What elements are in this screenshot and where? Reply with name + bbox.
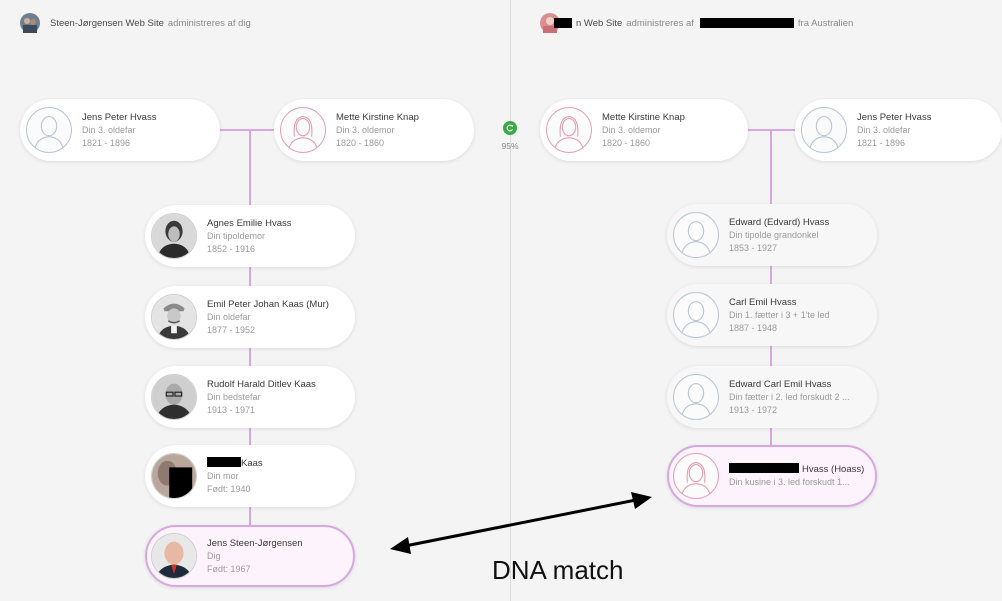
person-card-self[interactable]: Jens Steen-Jørgensen Dig Født: 1967 <box>145 525 355 587</box>
person-card[interactable]: Carl Emil Hvass Din 1. fætter i 3 + 1'te… <box>667 284 877 346</box>
person-relation: Din mor <box>207 470 239 481</box>
person-relation: Din tipoldemor <box>207 230 266 241</box>
connector <box>249 428 251 445</box>
person-years: 1853 - 1927 <box>729 242 778 253</box>
portrait-photo-icon <box>151 213 197 259</box>
left-site-header: Steen-Jørgensen Web Site administreres a… <box>20 12 251 34</box>
person-years: 1821 - 1896 <box>857 137 906 148</box>
redacted-owner <box>699 18 794 28</box>
person-card[interactable]: Mette Kirstine Knap Din 3. oldemor 1820 … <box>540 99 748 161</box>
male-silhouette-icon <box>673 292 719 338</box>
person-relation: Din kusine i 3. led forskudt 1... <box>729 477 850 487</box>
connector <box>249 507 251 525</box>
person-years: 1887 - 1948 <box>729 322 778 333</box>
dna-match-label: DNA match <box>492 555 624 585</box>
portrait-photo-icon <box>151 453 197 499</box>
male-silhouette-icon <box>673 374 719 420</box>
male-silhouette-icon <box>26 107 72 153</box>
person-card-match[interactable]: Hvass (Hoass) Din kusine i 3. led forsku… <box>667 445 877 507</box>
person-name[interactable]: Jens Peter Hvass <box>82 111 156 124</box>
redacted-name <box>207 456 241 467</box>
person-surname: Hvass (Hoass) <box>802 464 865 475</box>
left-site-title[interactable]: Steen-Jørgensen Web Site <box>50 18 164 29</box>
person-name[interactable]: Mette Kirstine Knap <box>336 111 419 124</box>
center-divider <box>510 0 511 601</box>
person-card[interactable]: Edward Carl Emil Hvass Din fætter i 2. l… <box>667 366 877 428</box>
person-years: 1821 - 1896 <box>82 137 131 148</box>
portrait-photo-icon <box>151 374 197 420</box>
person-relation: Din 3. oldemor <box>336 124 395 135</box>
female-silhouette-icon <box>546 107 592 153</box>
person-years: 1913 - 1971 <box>207 404 256 415</box>
male-silhouette-icon <box>673 212 719 258</box>
female-silhouette-icon <box>673 453 719 499</box>
site-avatar[interactable] <box>20 13 40 33</box>
person-card[interactable]: Kaas Din mor Født: 1940 <box>145 445 355 507</box>
dna-match-comparison: Steen-Jørgensen Web Site administreres a… <box>0 0 1002 601</box>
person-name[interactable]: Edward Carl Emil Hvass <box>729 378 850 391</box>
person-card[interactable]: Agnes Emilie Hvass Din tipoldemor 1852 -… <box>145 205 355 267</box>
person-name[interactable]: Jens Peter Hvass <box>857 111 931 124</box>
person-relation: Din tipolde grandonkel <box>729 229 819 240</box>
person-relation: Din 3. oldefar <box>857 124 911 135</box>
person-relation: Din fætter i 2. led forskudt 2 ... <box>729 391 850 402</box>
connector <box>770 346 772 366</box>
person-card[interactable]: Jens Peter Hvass Din 3. oldefar 1821 - 1… <box>795 99 1002 161</box>
redacted-name <box>554 18 572 28</box>
connector <box>220 129 276 131</box>
right-site-title[interactable]: n Web Site <box>576 18 622 29</box>
person-years: 1820 - 1860 <box>336 137 385 148</box>
right-site-location: fra Australien <box>797 17 854 29</box>
person-name[interactable]: Kaas <box>207 456 263 470</box>
person-name[interactable]: Mette Kirstine Knap <box>602 111 685 124</box>
connector <box>249 129 251 206</box>
right-site-managed: administreres af <box>626 17 694 29</box>
person-years: Født: 1967 <box>207 563 251 574</box>
person-name[interactable]: Hvass (Hoass) <box>729 463 864 476</box>
person-relation: Din 3. oldemor <box>602 124 661 135</box>
person-name[interactable]: Jens Steen-Jørgensen <box>207 537 303 550</box>
person-card[interactable]: Rudolf Harald Ditlev Kaas Din bedstefar … <box>145 366 355 428</box>
connector <box>249 347 251 366</box>
person-surname: Kaas <box>241 457 263 469</box>
portrait-photo-icon <box>151 294 197 340</box>
person-card[interactable]: Edward (Edvard) Hvass Din tipolde grando… <box>667 204 877 266</box>
connector <box>249 266 251 287</box>
connector <box>770 428 772 445</box>
person-years: Født: 1940 <box>207 483 251 494</box>
match-percent: 95% <box>501 141 519 151</box>
redacted-name <box>729 463 799 473</box>
person-years: 1820 - 1860 <box>602 137 651 148</box>
person-card[interactable]: Mette Kirstine Knap Din 3. oldemor 1820 … <box>274 99 474 161</box>
person-name[interactable]: Edward (Edvard) Hvass <box>729 216 829 229</box>
person-name[interactable]: Agnes Emilie Hvass <box>207 217 291 230</box>
male-silhouette-icon <box>801 107 847 153</box>
connector <box>770 266 772 284</box>
person-relation: Dig <box>207 550 221 561</box>
person-name[interactable]: Carl Emil Hvass <box>729 296 830 309</box>
refresh-icon[interactable] <box>503 121 517 135</box>
left-site-managed: administreres af dig <box>167 17 251 29</box>
female-silhouette-icon <box>280 107 326 153</box>
person-relation: Din oldefar <box>207 311 251 322</box>
person-relation: Din bedstefar <box>207 391 261 402</box>
person-years: 1852 - 1916 <box>207 243 256 254</box>
right-site-header: n Web Site administreres af fra Australi… <box>540 12 853 34</box>
portrait-photo-icon <box>151 533 197 579</box>
person-years: 1913 - 1972 <box>729 404 778 415</box>
person-relation: Din 3. oldefar <box>82 124 136 135</box>
person-relation: Din 1. fætter i 3 + 1'te led <box>729 309 830 320</box>
person-years: 1877 - 1952 <box>207 324 256 335</box>
person-name[interactable]: Rudolf Harald Ditlev Kaas <box>207 378 316 391</box>
person-name[interactable]: Emil Peter Johan Kaas (Mur) <box>207 298 329 311</box>
person-card[interactable]: Emil Peter Johan Kaas (Mur) Din oldefar … <box>145 286 355 348</box>
connector <box>770 129 772 204</box>
person-card[interactable]: Jens Peter Hvass Din 3. oldefar 1821 - 1… <box>20 99 220 161</box>
